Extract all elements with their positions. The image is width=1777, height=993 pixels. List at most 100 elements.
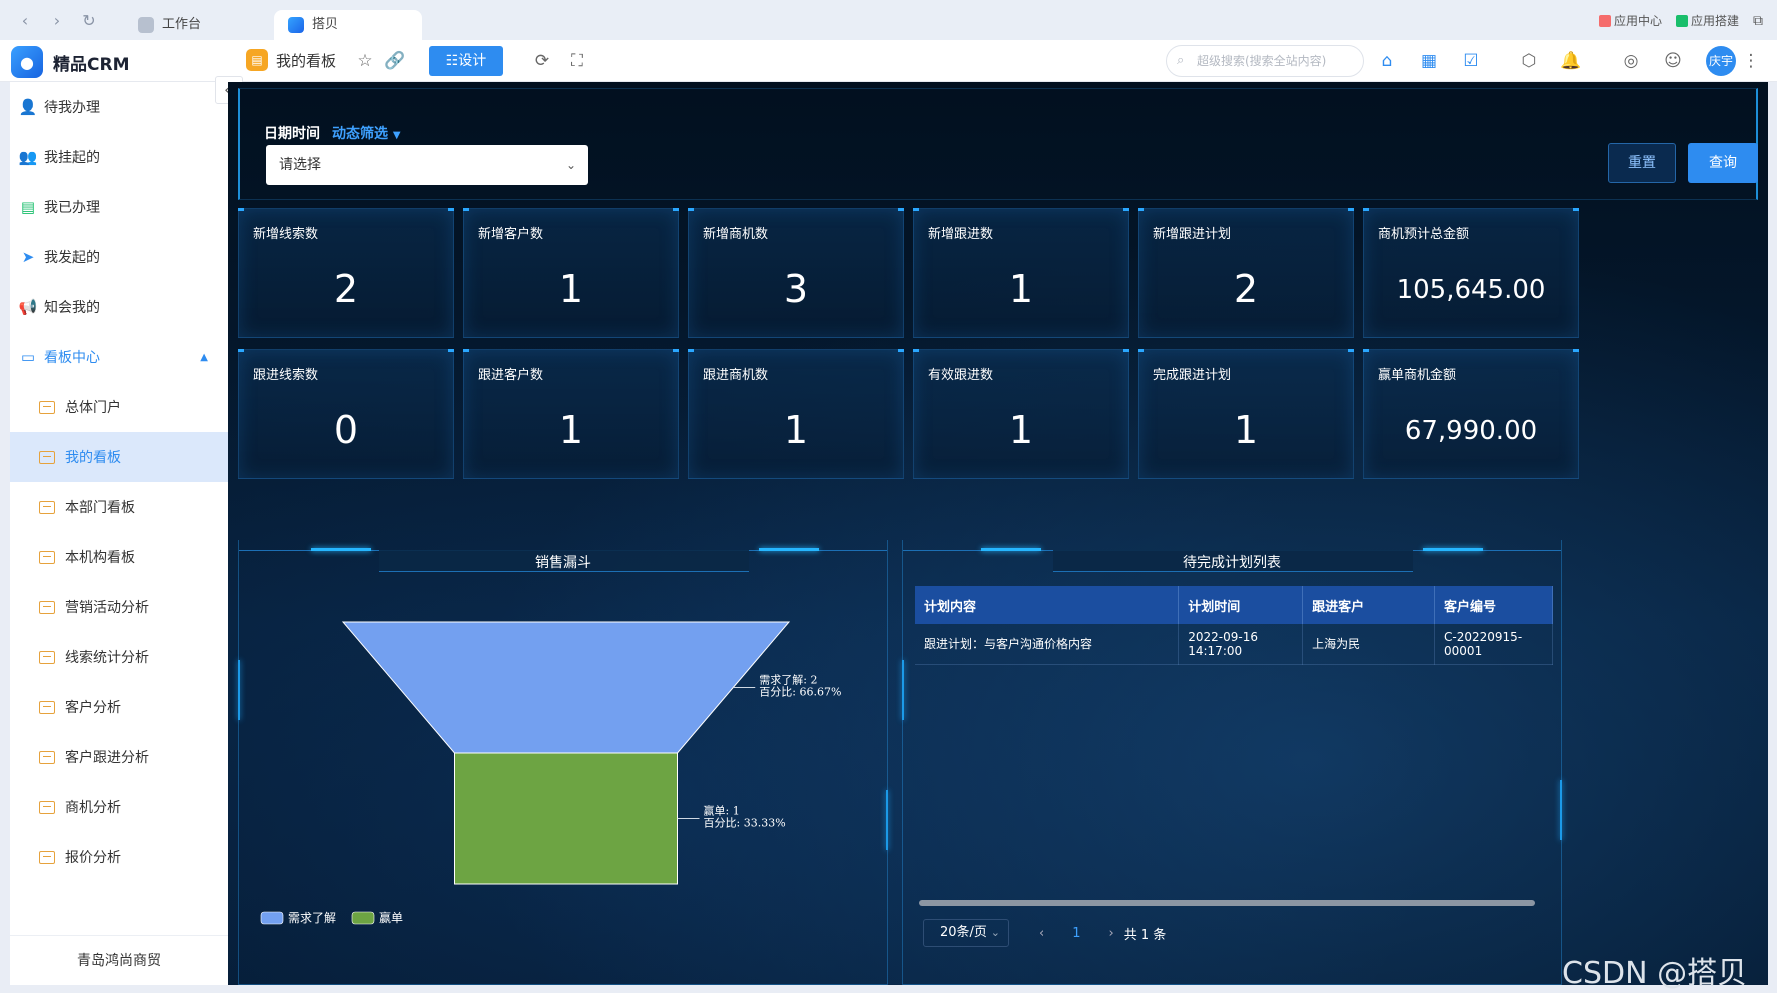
prev-page-icon[interactable]: ‹ xyxy=(1039,926,1044,941)
back-icon[interactable]: ‹ xyxy=(16,12,34,30)
sidebar-item-customer-analysis[interactable]: 客户分析 xyxy=(10,682,228,732)
board-icon xyxy=(39,550,55,564)
table-cell: 上海为民 xyxy=(1302,624,1436,665)
funnel-data-label: 赢单: 1 xyxy=(704,804,740,818)
apps-grid-icon[interactable]: ▦ xyxy=(1418,50,1440,72)
workbench-icon xyxy=(138,17,154,33)
legend-label: 需求了解 xyxy=(288,911,336,925)
search-input[interactable]: ⌕ 超级搜索(搜索全站内容) xyxy=(1166,45,1364,77)
kpi-card: 有效跟进数 1 xyxy=(913,349,1129,479)
legend-label: 赢单 xyxy=(379,910,403,925)
app-center-link[interactable]: 应用中心 xyxy=(1598,12,1662,29)
table-row[interactable]: 跟进计划：与客户沟通价格内容 2022-09-16 14:17:00 上海为民 … xyxy=(915,624,1553,665)
plan-list-title: 待完成计划列表 xyxy=(1183,555,1281,571)
pagination: 20条/页 ⌄ ‹ 1 › 共 1 条 xyxy=(923,918,1166,948)
browser-tab-strip: ‹ › ↻ 工作台 搭贝 应用中心 应用搭建 ⧉ xyxy=(0,0,1777,40)
tab-workbench[interactable]: 工作台 xyxy=(124,10,215,40)
column-header[interactable]: 计划时间 xyxy=(1178,586,1304,624)
tab-dabei[interactable]: 搭贝 xyxy=(274,10,422,40)
todo-check-icon[interactable]: ☑ xyxy=(1460,50,1482,72)
top-toolbar: ● 精品CRM ▤ 我的看板 ☆ 🔗 ☷设计 ⟳ ⛶ ⌕ 超级搜索(搜索全站内容… xyxy=(0,40,1777,82)
funnel-data-label: 需求了解: 2 xyxy=(759,673,817,687)
sidebar-item-lead-analysis[interactable]: 线索统计分析 xyxy=(10,632,228,682)
kpi-label: 新增商机数 xyxy=(703,227,769,242)
column-header[interactable]: 计划内容 xyxy=(915,586,1180,624)
users-icon: 👥 xyxy=(18,148,38,166)
kpi-value: 3 xyxy=(783,267,809,311)
page-number[interactable]: 1 xyxy=(1072,926,1080,941)
link-icon[interactable]: 🔗 xyxy=(384,50,406,72)
kpi-card: 新增线索数 2 xyxy=(238,208,454,338)
fullscreen-icon[interactable]: ⛶ xyxy=(566,50,588,72)
watermark: CSDN @搭贝 xyxy=(1562,956,1748,991)
avatar[interactable]: 庆宇 xyxy=(1706,46,1736,76)
sidebar-item-handled[interactable]: ▤ 我已办理 xyxy=(10,182,228,232)
column-header[interactable]: 客户编号 xyxy=(1434,586,1553,624)
sidebar-item-initiated[interactable]: ➤ 我发起的 xyxy=(10,232,228,282)
sidebar-item-pending[interactable]: 👤 待我办理 xyxy=(10,82,228,132)
app-name: 精品CRM xyxy=(53,54,130,75)
kpi-label: 跟进线索数 xyxy=(253,368,319,383)
sidebar-item-followup-analysis[interactable]: 客户跟进分析 xyxy=(10,732,228,782)
forward-icon[interactable]: › xyxy=(48,12,66,30)
chevron-down-icon: ⌄ xyxy=(565,158,576,172)
kpi-card: 新增商机数 3 xyxy=(688,208,904,338)
sidebar-item-quote-analysis[interactable]: 报价分析 xyxy=(10,832,228,882)
kpi-card: 跟进客户数 1 xyxy=(463,349,679,479)
dynamic-filter-toggle[interactable]: 动态筛选 ▼ xyxy=(332,123,401,143)
bell-icon[interactable]: 🔔 xyxy=(1560,50,1582,72)
reset-button[interactable]: 重置 xyxy=(1608,143,1676,183)
star-icon[interactable]: ☆ xyxy=(354,50,376,72)
column-header[interactable]: 跟进客户 xyxy=(1302,586,1436,624)
funnel-segment xyxy=(454,752,678,885)
compass-icon[interactable]: ◎ xyxy=(1620,50,1642,72)
sidebar-item-suspended[interactable]: 👥 我挂起的 xyxy=(10,132,228,182)
kpi-label: 新增客户数 xyxy=(478,227,544,242)
legend-swatch xyxy=(260,911,284,925)
sidebar-item-overall-portal[interactable]: 总体门户 xyxy=(10,382,228,432)
board-icon: ▤ xyxy=(246,49,268,71)
user-center-icon[interactable]: ☺ xyxy=(1662,50,1684,72)
sidebar-item-cc[interactable]: 📢 知会我的 xyxy=(10,282,228,332)
kpi-value: 0 xyxy=(333,408,359,452)
funnel-segment xyxy=(341,621,791,754)
page-size-select[interactable]: 20条/页 ⌄ xyxy=(923,919,1009,947)
home-icon[interactable]: ⌂ xyxy=(1376,50,1398,72)
sidebar-group-dashboard[interactable]: ▭ 看板中心 ▲ xyxy=(10,332,228,382)
dashboard-canvas: 日期时间 动态筛选 ▼ 请选择 ⌄ 重置 查询 新增线索数 2 新增客户数 1 新增商机… xyxy=(228,82,1768,985)
shield-icon[interactable]: ⬡ xyxy=(1518,50,1540,72)
dabei-icon xyxy=(288,17,304,33)
dashboard-icon: ▭ xyxy=(20,348,36,366)
filter-label: 日期时间 xyxy=(264,126,320,142)
design-button[interactable]: ☷设计 xyxy=(429,46,503,76)
external-window-icon[interactable]: ⧉ xyxy=(1753,13,1763,29)
date-select[interactable]: 请选择 ⌄ xyxy=(266,145,588,185)
kpi-card: 赢单商机金额 67,990.00 xyxy=(1363,349,1579,479)
sidebar-item-marketing-analysis[interactable]: 营销活动分析 xyxy=(10,582,228,632)
chart-icon xyxy=(39,750,55,764)
kpi-card: 商机预计总金额 105,645.00 xyxy=(1363,208,1579,338)
app-build-link[interactable]: 应用搭建 xyxy=(1675,12,1739,29)
horizontal-scrollbar[interactable] xyxy=(919,900,1535,906)
refresh-icon[interactable]: ⟳ xyxy=(531,50,553,72)
kpi-label: 有效跟进数 xyxy=(928,368,994,383)
more-icon[interactable]: ⋮ xyxy=(1740,50,1762,72)
next-page-icon[interactable]: › xyxy=(1108,926,1113,941)
app-logo[interactable]: ● 精品CRM xyxy=(11,46,129,78)
send-icon: ➤ xyxy=(21,248,35,266)
query-button[interactable]: 查询 xyxy=(1688,143,1758,183)
kpi-value: 1 xyxy=(558,267,584,311)
chart-icon xyxy=(39,800,55,814)
sidebar-item-opportunity-analysis[interactable]: 商机分析 xyxy=(10,782,228,832)
search-icon: ⌕ xyxy=(1177,53,1185,68)
sidebar-item-my-board[interactable]: 我的看板 xyxy=(10,432,228,482)
kpi-card: 新增客户数 1 xyxy=(463,208,679,338)
board-icon xyxy=(39,450,55,464)
plan-list-panel: 待完成计划列表 计划内容 计划时间 跟进客户 客户编号 跟进计划：与客户沟通价格… xyxy=(902,540,1562,985)
plan-table: 计划内容 计划时间 跟进客户 客户编号 跟进计划：与客户沟通价格内容 2022-… xyxy=(915,586,1553,665)
caret-down-icon: ▼ xyxy=(392,130,401,141)
kpi-value: 1 xyxy=(558,408,584,452)
sidebar-item-org-board[interactable]: 本机构看板 xyxy=(10,532,228,582)
reload-icon[interactable]: ↻ xyxy=(80,12,98,30)
sidebar-item-dept-board[interactable]: 本部门看板 xyxy=(10,482,228,532)
